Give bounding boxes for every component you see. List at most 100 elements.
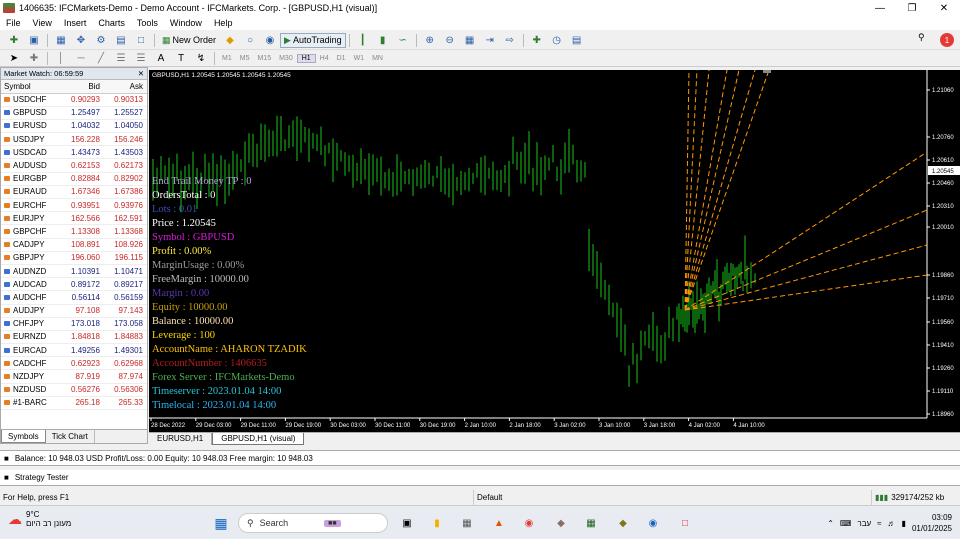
profiles-icon[interactable]: ▣ bbox=[26, 33, 42, 48]
channel-icon[interactable]: ☰ bbox=[113, 51, 129, 66]
app-icon-4[interactable]: ◉ bbox=[644, 514, 662, 532]
timeframe-h1[interactable]: H1 bbox=[296, 54, 316, 63]
column-symbol[interactable]: Symbol bbox=[1, 80, 61, 94]
weather-widget[interactable]: ☁ 9°C מעונן רב היום bbox=[8, 510, 71, 528]
chart-shift-icon[interactable]: ⇥ bbox=[482, 33, 498, 48]
menu-insert[interactable]: Insert bbox=[58, 18, 93, 28]
timeframe-m1[interactable]: M1 bbox=[218, 55, 236, 62]
expand-icon[interactable]: ■ bbox=[4, 473, 9, 482]
table-row[interactable]: EURJPY 162.566 162.591 bbox=[1, 211, 147, 226]
menu-help[interactable]: Help bbox=[208, 18, 239, 28]
timeframe-d1[interactable]: D1 bbox=[333, 55, 350, 62]
timeframe-h4[interactable]: H4 bbox=[316, 55, 333, 62]
indicators-icon[interactable]: ✚ bbox=[529, 33, 545, 48]
table-row[interactable]: USDCHF 0.90293 0.90313 bbox=[1, 93, 147, 107]
metatrader-icon[interactable]: ▲ bbox=[490, 514, 508, 532]
data-window-icon[interactable]: ✥ bbox=[73, 33, 89, 48]
autotrading-button[interactable]: ▶ AutoTrading bbox=[280, 32, 346, 48]
market-watch-icon[interactable]: ▦ bbox=[53, 33, 69, 48]
clock[interactable]: 03:09 01/01/2025 bbox=[912, 512, 952, 534]
tab-tick-chart[interactable]: Tick Chart bbox=[46, 430, 95, 443]
menu-charts[interactable]: Charts bbox=[92, 18, 131, 28]
vertical-line-icon[interactable]: │ bbox=[53, 51, 69, 66]
zoom-out-icon[interactable]: ⊖ bbox=[442, 33, 458, 48]
app-icon-1[interactable]: ◆ bbox=[552, 514, 570, 532]
minimize-button[interactable]: — bbox=[864, 0, 896, 16]
table-row[interactable]: EURUSD 1.04032 1.04050 bbox=[1, 119, 147, 134]
chart-window[interactable]: 1.21060 1.20760 1.20610 1.20460 1.20310 1.200… bbox=[149, 70, 960, 432]
arrows-icon[interactable]: ↯ bbox=[193, 51, 209, 66]
menu-window[interactable]: Window bbox=[164, 18, 208, 28]
language-indicator[interactable]: עבר bbox=[857, 519, 871, 528]
tab-gbpusd-h1-visual[interactable]: GBPUSD,H1 (visual) bbox=[212, 433, 305, 445]
table-row[interactable]: USDCAD 1.43473 1.43503 bbox=[1, 145, 147, 160]
calculator-icon[interactable]: ▦ bbox=[458, 514, 476, 532]
periods-icon[interactable]: ◷ bbox=[549, 33, 565, 48]
menu-tools[interactable]: Tools bbox=[131, 18, 164, 28]
label-icon[interactable]: T bbox=[173, 51, 189, 66]
tab-symbols[interactable]: Symbols bbox=[1, 430, 46, 443]
signals-icon[interactable]: ○ bbox=[242, 33, 258, 48]
timeframe-mn[interactable]: MN bbox=[368, 55, 387, 62]
close-panel-icon[interactable]: ✕ bbox=[138, 68, 147, 79]
table-row[interactable]: AUDUSD 0.62153 0.62173 bbox=[1, 158, 147, 173]
table-row[interactable]: EURCAD 1.49256 1.49301 bbox=[1, 343, 147, 358]
table-row[interactable]: AUDJPY 97.108 97.143 bbox=[1, 304, 147, 318]
line-chart-icon[interactable]: ∽ bbox=[395, 33, 411, 48]
horizontal-line-icon[interactable]: ─ bbox=[73, 51, 89, 66]
chevron-up-icon[interactable]: ⌃ bbox=[827, 519, 834, 528]
terminal-icon[interactable]: ▤ bbox=[113, 33, 129, 48]
table-row[interactable]: CHFJPY 173.018 173.058 bbox=[1, 317, 147, 331]
app-icon-2[interactable]: ▦ bbox=[582, 514, 600, 532]
market-icon[interactable]: ◉ bbox=[262, 33, 278, 48]
table-row[interactable]: EURNZD 1.84818 1.84883 bbox=[1, 330, 147, 345]
table-row[interactable]: AUDCHF 0.56114 0.56159 bbox=[1, 290, 147, 305]
candlestick-icon[interactable]: ▮ bbox=[375, 33, 391, 48]
fibonacci-icon[interactable]: ☰ bbox=[133, 51, 149, 66]
file-explorer-icon[interactable]: ▮ bbox=[428, 514, 446, 532]
zoom-in-icon[interactable]: ⊕ bbox=[422, 33, 438, 48]
templates-icon[interactable]: ▤ bbox=[569, 33, 585, 48]
cursor-icon[interactable]: ➤ bbox=[6, 51, 22, 66]
keyboard-icon[interactable]: ⌨ bbox=[840, 519, 852, 528]
tester-icon[interactable]: □ bbox=[133, 33, 149, 48]
table-row[interactable]: GBPUSD 1.25497 1.25527 bbox=[1, 106, 147, 120]
timeframe-m5[interactable]: M5 bbox=[236, 55, 254, 62]
crosshair-icon[interactable]: ✚ bbox=[26, 51, 42, 66]
metaeditor-icon[interactable]: ◆ bbox=[222, 33, 238, 48]
strategy-tester-bar[interactable]: ■ Strategy Tester bbox=[0, 470, 960, 486]
table-row[interactable]: #1-BARC 265.18 265.33 bbox=[1, 396, 147, 411]
chrome-icon[interactable]: ◉ bbox=[520, 514, 538, 532]
table-row[interactable]: NZDUSD 0.56276 0.56306 bbox=[1, 383, 147, 397]
close-button[interactable]: ✕ bbox=[928, 0, 960, 16]
menu-view[interactable]: View bbox=[27, 18, 58, 28]
maximize-button[interactable]: ❐ bbox=[896, 0, 928, 16]
table-row[interactable]: USDJPY 156.228 156.246 bbox=[1, 132, 147, 147]
text-icon[interactable]: A bbox=[153, 51, 169, 66]
new-chart-icon[interactable]: ✚ bbox=[6, 33, 22, 48]
volume-icon[interactable]: ♬ bbox=[888, 519, 896, 528]
expand-icon[interactable]: ■ bbox=[4, 454, 9, 463]
battery-icon[interactable]: ▮ bbox=[902, 519, 906, 528]
search-icon[interactable]: ⚲ bbox=[918, 32, 934, 48]
wps-icon[interactable]: □ bbox=[676, 514, 694, 532]
table-row[interactable]: AUDCAD 0.89172 0.89217 bbox=[1, 277, 147, 292]
column-ask[interactable]: Ask bbox=[103, 80, 147, 94]
table-row[interactable]: EURCHF 0.93951 0.93976 bbox=[1, 198, 147, 213]
new-order-button[interactable]: ▦ New Order bbox=[158, 33, 220, 48]
search-box[interactable]: ⚲ Search ■■ bbox=[238, 513, 388, 533]
autoscroll-icon[interactable]: ⇨ bbox=[502, 33, 518, 48]
table-row[interactable]: CADJPY 108.891 108.926 bbox=[1, 238, 147, 252]
timeframe-w1[interactable]: W1 bbox=[350, 55, 369, 62]
notification-badge[interactable]: 1 bbox=[940, 33, 954, 47]
app-icon-3[interactable]: ◆ bbox=[614, 514, 632, 532]
table-row[interactable]: GBPCHF 1.13308 1.13368 bbox=[1, 224, 147, 239]
windows-start-icon[interactable]: ▦ bbox=[212, 514, 230, 532]
tile-windows-icon[interactable]: ▦ bbox=[462, 33, 478, 48]
timeframe-m15[interactable]: M15 bbox=[253, 55, 275, 62]
table-row[interactable]: GBPJPY 196.060 196.115 bbox=[1, 251, 147, 265]
table-row[interactable]: EURAUD 1.67346 1.67386 bbox=[1, 185, 147, 200]
navigator-icon[interactable]: ⚙ bbox=[93, 33, 109, 48]
column-bid[interactable]: Bid bbox=[60, 80, 104, 94]
trendline-icon[interactable]: ╱ bbox=[93, 51, 109, 66]
